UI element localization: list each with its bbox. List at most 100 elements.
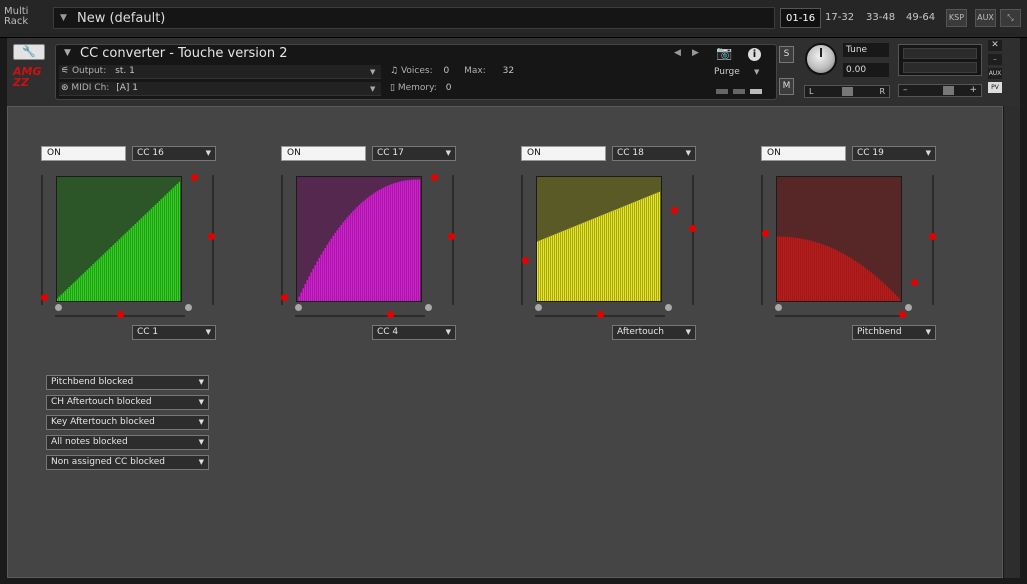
curve-bar	[151, 208, 153, 301]
key-aftertouch-blocked-dropdown[interactable]: Key Aftertouch blocked ▼	[46, 415, 209, 430]
ch-aftertouch-blocked-dropdown[interactable]: CH Aftertouch blocked ▼	[46, 395, 209, 410]
converter-2-in-min-handle[interactable]	[281, 294, 288, 301]
converter-3-curve-display[interactable]	[536, 176, 662, 302]
converter-1-cc-out-dropdown[interactable]: CC 16 ▼	[132, 146, 216, 161]
converter-3-range-start-handle[interactable]	[535, 304, 542, 311]
converter-2-range-start-handle[interactable]	[295, 304, 302, 311]
converter-3-on-field[interactable]: ON	[521, 146, 606, 161]
curve-bar-gap	[118, 239, 119, 301]
tune-value[interactable]: 0.00	[843, 63, 889, 77]
converter-2-range-end-handle[interactable]	[425, 304, 432, 311]
solo-button[interactable]: S	[779, 46, 794, 63]
converter-1-out-max-handle[interactable]	[191, 174, 198, 181]
curve-bar-gap	[792, 237, 793, 301]
converter-2-on-field[interactable]: ON	[281, 146, 366, 161]
mute-button[interactable]: M	[779, 78, 794, 95]
volume-slider[interactable]: – +	[898, 84, 982, 97]
purge-button[interactable]: Purge	[714, 67, 740, 77]
converter-3-curve-handle[interactable]	[597, 311, 604, 318]
page-tab-3[interactable]: 33-48	[861, 8, 900, 28]
converter-1-range-start-handle[interactable]	[55, 304, 62, 311]
camera-icon[interactable]: 📷	[716, 46, 732, 61]
converter-4-range-start-handle[interactable]	[775, 304, 782, 311]
converter-3-out-range-handle[interactable]	[689, 225, 696, 232]
curve-bar-gap	[170, 189, 171, 301]
converter-2-out-max-handle[interactable]	[431, 174, 438, 181]
info-icon[interactable]: i	[748, 48, 761, 61]
converter-2-curve-handle[interactable]	[387, 311, 394, 318]
converter-4-in-min-handle[interactable]	[762, 230, 769, 237]
converter-1-on-field[interactable]: ON	[41, 146, 126, 161]
curve-bar	[377, 191, 379, 301]
collapse-icon[interactable]: ⤡	[1000, 9, 1021, 27]
converter-2-curve-display[interactable]	[296, 176, 422, 302]
curve-bar-gap	[322, 251, 323, 301]
volume-slider-thumb[interactable]	[943, 86, 954, 95]
output-caret-icon[interactable]: ▼	[370, 68, 375, 76]
caret-down-icon[interactable]: ▼	[60, 13, 67, 23]
curve-bar	[327, 244, 329, 301]
converter-1-range-end-handle[interactable]	[185, 304, 192, 311]
converter-1-in-min-handle[interactable]	[41, 294, 48, 301]
midi-value: [A] 1	[116, 83, 138, 93]
converter-4-out-max-handle[interactable]	[911, 279, 918, 286]
curve-bar-gap	[538, 240, 539, 301]
curve-bar	[77, 279, 79, 301]
pv-toggle[interactable]: PV	[988, 82, 1002, 93]
curve-bar-gap	[310, 272, 311, 301]
aux-toggle[interactable]: AUX	[988, 68, 1002, 79]
converter-3-range-end-handle[interactable]	[665, 304, 672, 311]
curve-bar	[617, 208, 619, 301]
curve-bar-gap	[416, 179, 417, 301]
curve-bar	[819, 243, 821, 301]
converter-4-range-end-handle[interactable]	[905, 304, 912, 311]
converter-1-cc-in-dropdown[interactable]: CC 1 ▼	[132, 325, 216, 340]
purge-caret-icon[interactable]: ▼	[754, 68, 759, 76]
curve-bar-gap	[832, 248, 833, 301]
converter-4-curve-handle[interactable]	[899, 311, 906, 318]
converter-1-curve-handle[interactable]	[117, 311, 124, 318]
minimize-icon[interactable]: –	[988, 54, 1002, 65]
page-tab-4[interactable]: 49-64	[901, 8, 940, 28]
page-tab-1[interactable]: 01-16	[780, 8, 822, 28]
page-tab-2[interactable]: 17-32	[820, 8, 859, 28]
curve-bar-gap	[896, 296, 897, 301]
aux-button[interactable]: AUX	[975, 9, 996, 27]
converter-2-cc-in-dropdown[interactable]: CC 4 ▼	[372, 325, 456, 340]
converter-4-curve-display[interactable]	[776, 176, 902, 302]
curve-bar	[99, 258, 101, 301]
close-icon[interactable]: ✕	[988, 40, 1002, 51]
max-value[interactable]: 32	[503, 66, 514, 76]
converter-3-out-max-handle[interactable]	[671, 207, 678, 214]
converter-3-in-min-handle[interactable]	[522, 257, 529, 264]
instrument-prev-icon[interactable]: ◀	[674, 48, 681, 58]
converter-4-cc-in-dropdown[interactable]: Pitchbend ▼	[852, 325, 936, 340]
converter-4-cc-out-dropdown[interactable]: CC 19 ▼	[852, 146, 936, 161]
pan-slider-thumb[interactable]	[842, 87, 853, 96]
caret-down-icon[interactable]: ▼	[64, 48, 71, 58]
wrench-icon[interactable]: 🔧	[13, 44, 45, 60]
vertical-scrollbar[interactable]	[1004, 106, 1020, 578]
converter-3-cc-in-dropdown[interactable]: Aftertouch ▼	[612, 325, 696, 340]
converter-2-cc-out-dropdown[interactable]: CC 17 ▼	[372, 146, 456, 161]
ksp-button[interactable]: KSP	[946, 9, 967, 27]
curve-bar	[363, 201, 365, 301]
rack-title-box[interactable]: ▼ New (default) ◀ ▶	[53, 7, 819, 29]
midi-caret-icon[interactable]: ▼	[370, 85, 375, 93]
instrument-next-icon[interactable]: ▶	[692, 48, 699, 58]
converter-1-curve-display[interactable]	[56, 176, 182, 302]
pitchbend-blocked-dropdown[interactable]: Pitchbend blocked ▼	[46, 375, 209, 390]
converter-3-cc-out-dropdown[interactable]: CC 18 ▼	[612, 146, 696, 161]
converter-4-on-field[interactable]: ON	[761, 146, 846, 161]
all-notes-blocked-dropdown[interactable]: All notes blocked ▼	[46, 435, 209, 450]
converter-1-out-range-handle[interactable]	[208, 233, 215, 240]
curve-bar	[783, 236, 785, 301]
curve-bar	[359, 204, 361, 301]
tune-knob[interactable]	[805, 43, 837, 75]
pan-slider[interactable]: L R	[804, 85, 890, 98]
converter-2-out-range-handle[interactable]	[448, 233, 455, 240]
non-assigned-cc-blocked-dropdown[interactable]: Non assigned CC blocked ▼	[46, 455, 209, 470]
curve-bar	[399, 181, 401, 301]
converter-4-out-range-handle[interactable]	[929, 233, 936, 240]
curve-bar-gap	[652, 194, 653, 301]
